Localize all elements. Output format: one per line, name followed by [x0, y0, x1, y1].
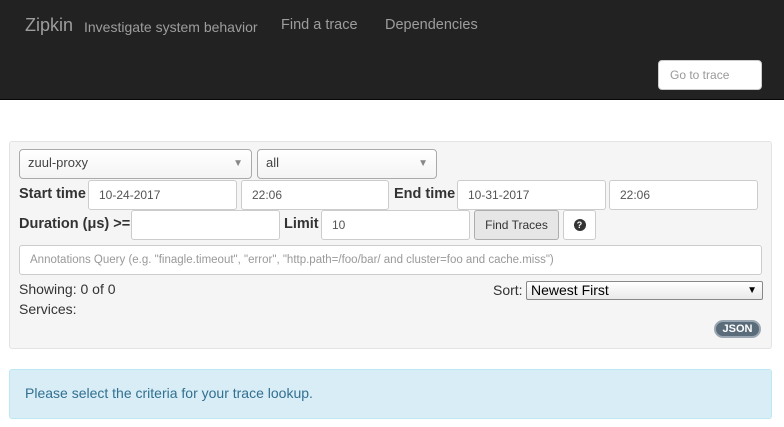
alert-message: Please select the criteria for your trac… — [25, 385, 313, 401]
limit-input[interactable] — [321, 210, 470, 240]
annotations-query-input[interactable] — [19, 245, 762, 275]
sort-select[interactable]: Newest First ▼ — [526, 281, 763, 300]
end-time-label: End time — [394, 186, 456, 202]
find-traces-button[interactable]: Find Traces — [474, 210, 559, 240]
end-date-input[interactable] — [457, 180, 606, 210]
sort-value: Newest First — [531, 282, 609, 298]
top-navbar: Zipkin Investigate system behavior Find … — [0, 0, 784, 100]
question-circle-icon: ? — [573, 219, 586, 231]
nav-dependencies[interactable]: Dependencies — [385, 17, 478, 33]
start-time-input[interactable] — [241, 180, 389, 210]
service-name-select[interactable]: zuul-proxy ▼ — [19, 149, 252, 179]
span-name-select[interactable]: all ▼ — [257, 149, 437, 179]
services-label: Services: — [19, 301, 77, 317]
chevron-down-icon: ▼ — [747, 285, 757, 296]
limit-label: Limit — [284, 216, 319, 232]
end-time-input[interactable] — [609, 180, 758, 210]
nav-find-a-trace[interactable]: Find a trace — [281, 17, 358, 33]
info-alert: Please select the criteria for your trac… — [9, 369, 772, 419]
sort-label: Sort: — [493, 282, 523, 298]
help-button[interactable]: ? — [563, 210, 596, 240]
start-date-input[interactable] — [88, 180, 237, 210]
chevron-down-icon: ▼ — [418, 158, 428, 169]
span-name-value: all — [266, 155, 280, 170]
duration-input[interactable] — [131, 210, 280, 240]
brand-logo[interactable]: Zipkin — [25, 15, 73, 36]
service-name-value: zuul-proxy — [28, 155, 88, 170]
chevron-down-icon: ▼ — [233, 158, 243, 169]
duration-label: Duration (μs) >= — [19, 216, 131, 232]
start-time-label: Start time — [19, 186, 86, 202]
brand-tagline: Investigate system behavior — [84, 19, 258, 35]
json-button[interactable]: JSON — [714, 320, 761, 338]
showing-count: Showing: 0 of 0 — [19, 281, 116, 297]
go-to-trace-input[interactable] — [658, 60, 762, 90]
